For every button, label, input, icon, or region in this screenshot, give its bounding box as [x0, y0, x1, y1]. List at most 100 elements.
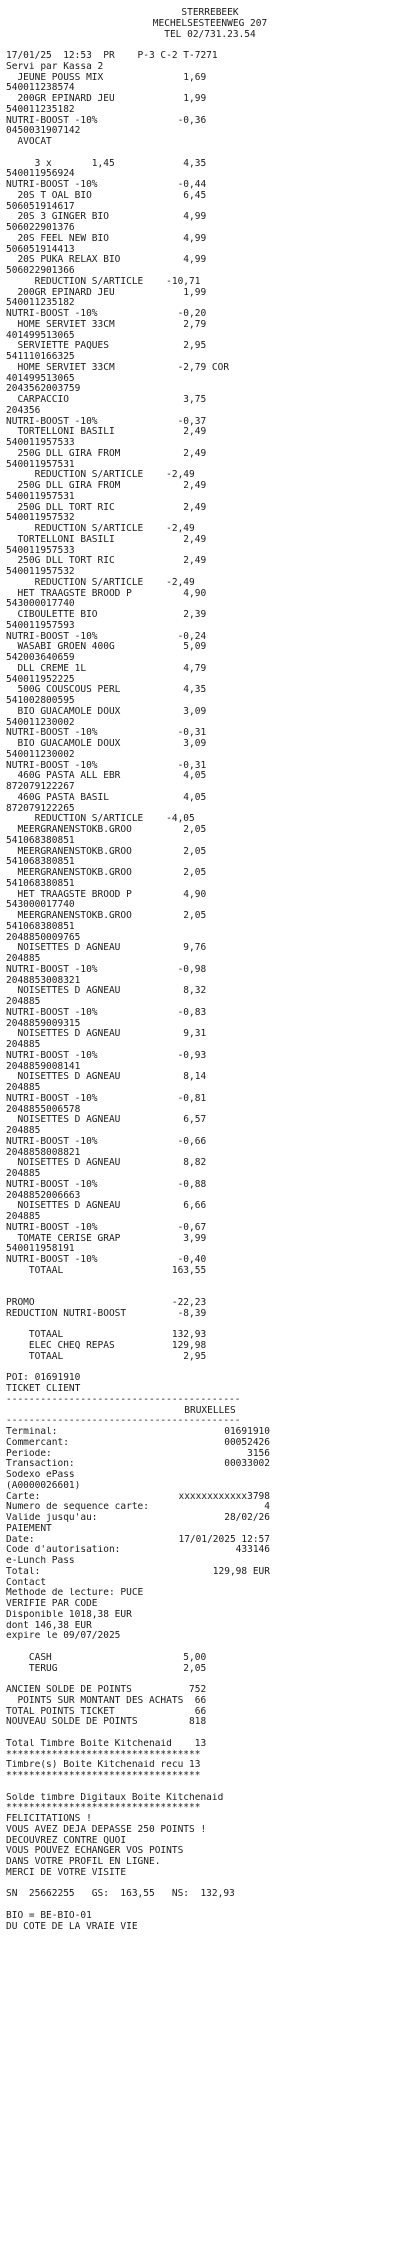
- footer-line: Timbre(s) Boite Kitchenaid recu 13: [6, 1760, 201, 1771]
- receipt-line: MEERGRANENSTOKB.GROO 2,05: [6, 868, 207, 878]
- receipt-line: [6, 40, 414, 51]
- receipt-line: TOTAAL 2,95: [6, 1351, 207, 1362]
- receipt-line: 204356: [6, 405, 41, 416]
- payment-label: e-Lunch Pass: [6, 1556, 75, 1566]
- receipt-line: [6, 1363, 414, 1374]
- receipt-line: 250G DLL GIRA FROM 2,49: [6, 448, 207, 459]
- receipt-line: 540011952225: [6, 674, 75, 685]
- payment-row: Total: 129,98 EUR: [6, 1567, 270, 1578]
- receipt-line: 541110166325: [6, 352, 75, 362]
- receipt-line: NUTRI-BOOST -10% -0,98: [6, 964, 207, 975]
- receipt-line: HOME SERVIET 33CM -2,79 COR: [6, 362, 230, 373]
- header-line: MECHELSESTEENWEG 207: [152, 18, 268, 29]
- receipt-line: 540011957532: [6, 567, 75, 577]
- receipt-line: NUTRI-BOOST -10% -0,24: [6, 631, 207, 642]
- receipt-line: 204885: [6, 1040, 41, 1050]
- receipt-line: 204885: [6, 1126, 41, 1136]
- receipt: STERREBEEK MECHELSESTEENWEG 207 TEL 02/731…: [0, 0, 420, 2250]
- footer-line: DANS VOTRE PROFIL EN LIGNE.: [6, 1857, 161, 1867]
- payment-row: Contact: [6, 1578, 270, 1589]
- receipt-line: MEERGRANENSTOKB.GROO 2,05: [6, 825, 207, 835]
- receipt-line: 200GR EPINARD JEU 1,99: [6, 287, 207, 298]
- receipt-line: 540011238574: [6, 83, 75, 94]
- receipt-line: 540011957533: [6, 438, 75, 448]
- receipt-line: 540011957531: [6, 459, 75, 470]
- payment-value: 433146: [235, 1545, 270, 1556]
- payment-divider: ----------------------------------------…: [6, 1416, 241, 1427]
- footer-line: DU COTE DE LA VRAIE VIE: [6, 1921, 138, 1932]
- receipt-line: 506051914413: [6, 244, 75, 255]
- payment-row: Terminal: 01691910: [6, 1427, 270, 1438]
- footer-line: VOUS AVEZ DEJA DEPASSE 250 POINTS !: [6, 1824, 207, 1835]
- receipt-line: Servi par Kassa 2: [6, 61, 104, 72]
- receipt-line: NOISETTES D AGNEAU 6,66: [6, 1201, 207, 1212]
- payment-row: Date: 17/01/2025 12:57: [6, 1535, 270, 1546]
- receipt-line: CARPACCIO 3,75: [6, 395, 207, 405]
- footer-line: VOUS POUVEZ ECHANGER VOS POINTS: [6, 1846, 184, 1857]
- receipt-line: REDUCTION S/ARTICLE -2,49: [6, 470, 195, 481]
- receipt-line: BIO GUACAMOLE DOUX 3,09: [6, 706, 207, 717]
- receipt-line: 204885: [6, 1212, 41, 1222]
- receipt-line: TOMATE CERISE GRAP 3,99: [6, 1233, 207, 1244]
- receipt-line: 2048859009315: [6, 1018, 81, 1029]
- payment-row: Code d'autorisation: 433146: [6, 1545, 270, 1556]
- receipt-line: 541068380851: [6, 857, 75, 868]
- receipt-line: 506022901376: [6, 223, 75, 233]
- receipt-line: AVOCAT: [6, 137, 52, 147]
- receipt-line: 204885: [6, 1169, 41, 1179]
- footer-line: POINTS SUR MONTANT DES ACHATS 66: [6, 1695, 207, 1706]
- payment-row: Valide jusqu'au: 28/02/26: [6, 1513, 270, 1524]
- footer-line: TERUG 2,05: [6, 1663, 207, 1674]
- footer-line: Total Timbre Boite Kitchenaid 13: [6, 1738, 207, 1749]
- footer-line: Solde timbre Digitaux Boite Kitchenaid: [6, 1792, 224, 1803]
- footer-line: NOUVEAU SOLDE DE POINTS 818: [6, 1717, 207, 1728]
- receipt-line: NOISETTES D AGNEAU 8,82: [6, 1158, 207, 1169]
- payment-value: 28/02/26: [224, 1513, 270, 1523]
- receipt-line: ELEC CHEQ REPAS 129,98: [6, 1341, 207, 1351]
- receipt-line: MEERGRANENSTOKB.GROO 2,05: [6, 911, 207, 921]
- receipt-line: 250G DLL TORT RIC 2,49: [6, 556, 207, 567]
- receipt-line: ----------------------------------------…: [6, 1394, 241, 1405]
- receipt-line: POI: 01691910: [6, 1373, 81, 1384]
- receipt-line: 540011958191: [6, 1244, 75, 1255]
- payment-row: Periode: 3156: [6, 1449, 270, 1460]
- payment-value: xxxxxxxxxxxx3798: [178, 1491, 270, 1502]
- receipt-line: NUTRI-BOOST -10% -0,83: [6, 1007, 207, 1018]
- receipt-line: 540011957532: [6, 513, 75, 524]
- receipt-line: NUTRI-BOOST -10% -0,93: [6, 1050, 207, 1061]
- payment-section: BRUXELLES ------------------------------…: [6, 1406, 414, 1589]
- receipt-line: 540011235182: [6, 104, 75, 115]
- receipt-line: 200GR EPINARD JEU 1,99: [6, 94, 207, 104]
- receipt-line: 0450031907142: [6, 126, 81, 137]
- receipt-line: 204885: [6, 954, 41, 964]
- receipt-line: MEERGRANENSTOKB.GROO 2,05: [6, 846, 207, 857]
- payment-row: (A0000026601): [6, 1481, 270, 1492]
- receipt-line: 250G DLL GIRA FROM 2,49: [6, 481, 207, 491]
- payment-label: Contact: [6, 1577, 47, 1588]
- receipt-line: BIO GUACAMOLE DOUX 3,09: [6, 739, 207, 749]
- payment-value: 3156: [247, 1448, 270, 1459]
- payment-label: Periode:: [6, 1448, 52, 1459]
- receipt-line: NOISETTES D AGNEAU 8,32: [6, 986, 207, 997]
- receipt-line: 540011230002: [6, 749, 75, 760]
- receipt-line: NUTRI-BOOST -10% -0,81: [6, 1093, 207, 1104]
- receipt-line: 540011957593: [6, 620, 75, 631]
- payment-label: Commercant:: [6, 1437, 69, 1448]
- payment-label: Numero de sequence carte:: [6, 1502, 149, 1513]
- receipt-header: STERREBEEK MECHELSESTEENWEG 207 TEL 02/731…: [6, 8, 414, 40]
- receipt-line: 250G DLL TORT RIC 2,49: [6, 502, 207, 513]
- payment-value: 00033002: [224, 1459, 270, 1470]
- payment-row: Carte: xxxxxxxxxxxx3798: [6, 1492, 270, 1503]
- receipt-line: REDUCTION NUTRI-BOOST -8,39: [6, 1308, 207, 1319]
- receipt-line: [6, 1287, 414, 1298]
- receipt-line: 542003640659: [6, 653, 75, 663]
- receipt-line: 2043562003759: [6, 384, 81, 395]
- receipt-line: 2048853008321: [6, 975, 81, 986]
- receipt-line: 204885: [6, 997, 41, 1007]
- payment-value: 00052426: [224, 1437, 270, 1448]
- receipt-line: JEUNE POUSS MIX 1,69: [6, 72, 207, 83]
- payment-row: Sodexo ePass: [6, 1470, 270, 1481]
- receipt-line: 541068380851: [6, 921, 75, 932]
- receipt-line: 2048855006578: [6, 1104, 81, 1115]
- receipt-line: 541068380851: [6, 835, 75, 846]
